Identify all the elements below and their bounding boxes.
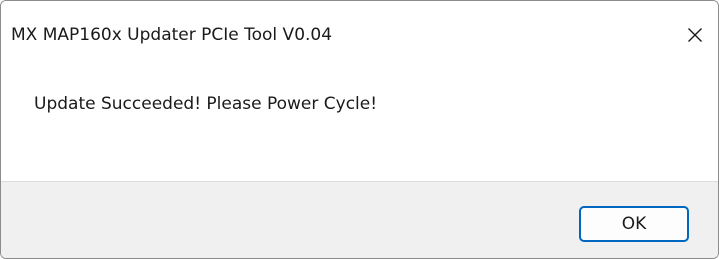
dialog-footer: OK (1, 181, 718, 258)
title-bar: MX MAP160x Updater PCIe Tool V0.04 (1, 1, 718, 63)
ok-button[interactable]: OK (579, 206, 689, 242)
dialog-content: Update Succeeded! Please Power Cycle! (1, 63, 718, 181)
close-button[interactable] (672, 17, 718, 53)
close-icon (688, 28, 702, 42)
window-title: MX MAP160x Updater PCIe Tool V0.04 (11, 25, 333, 45)
dialog-message: Update Succeeded! Please Power Cycle! (34, 94, 378, 114)
message-dialog: MX MAP160x Updater PCIe Tool V0.04 Updat… (0, 0, 719, 259)
